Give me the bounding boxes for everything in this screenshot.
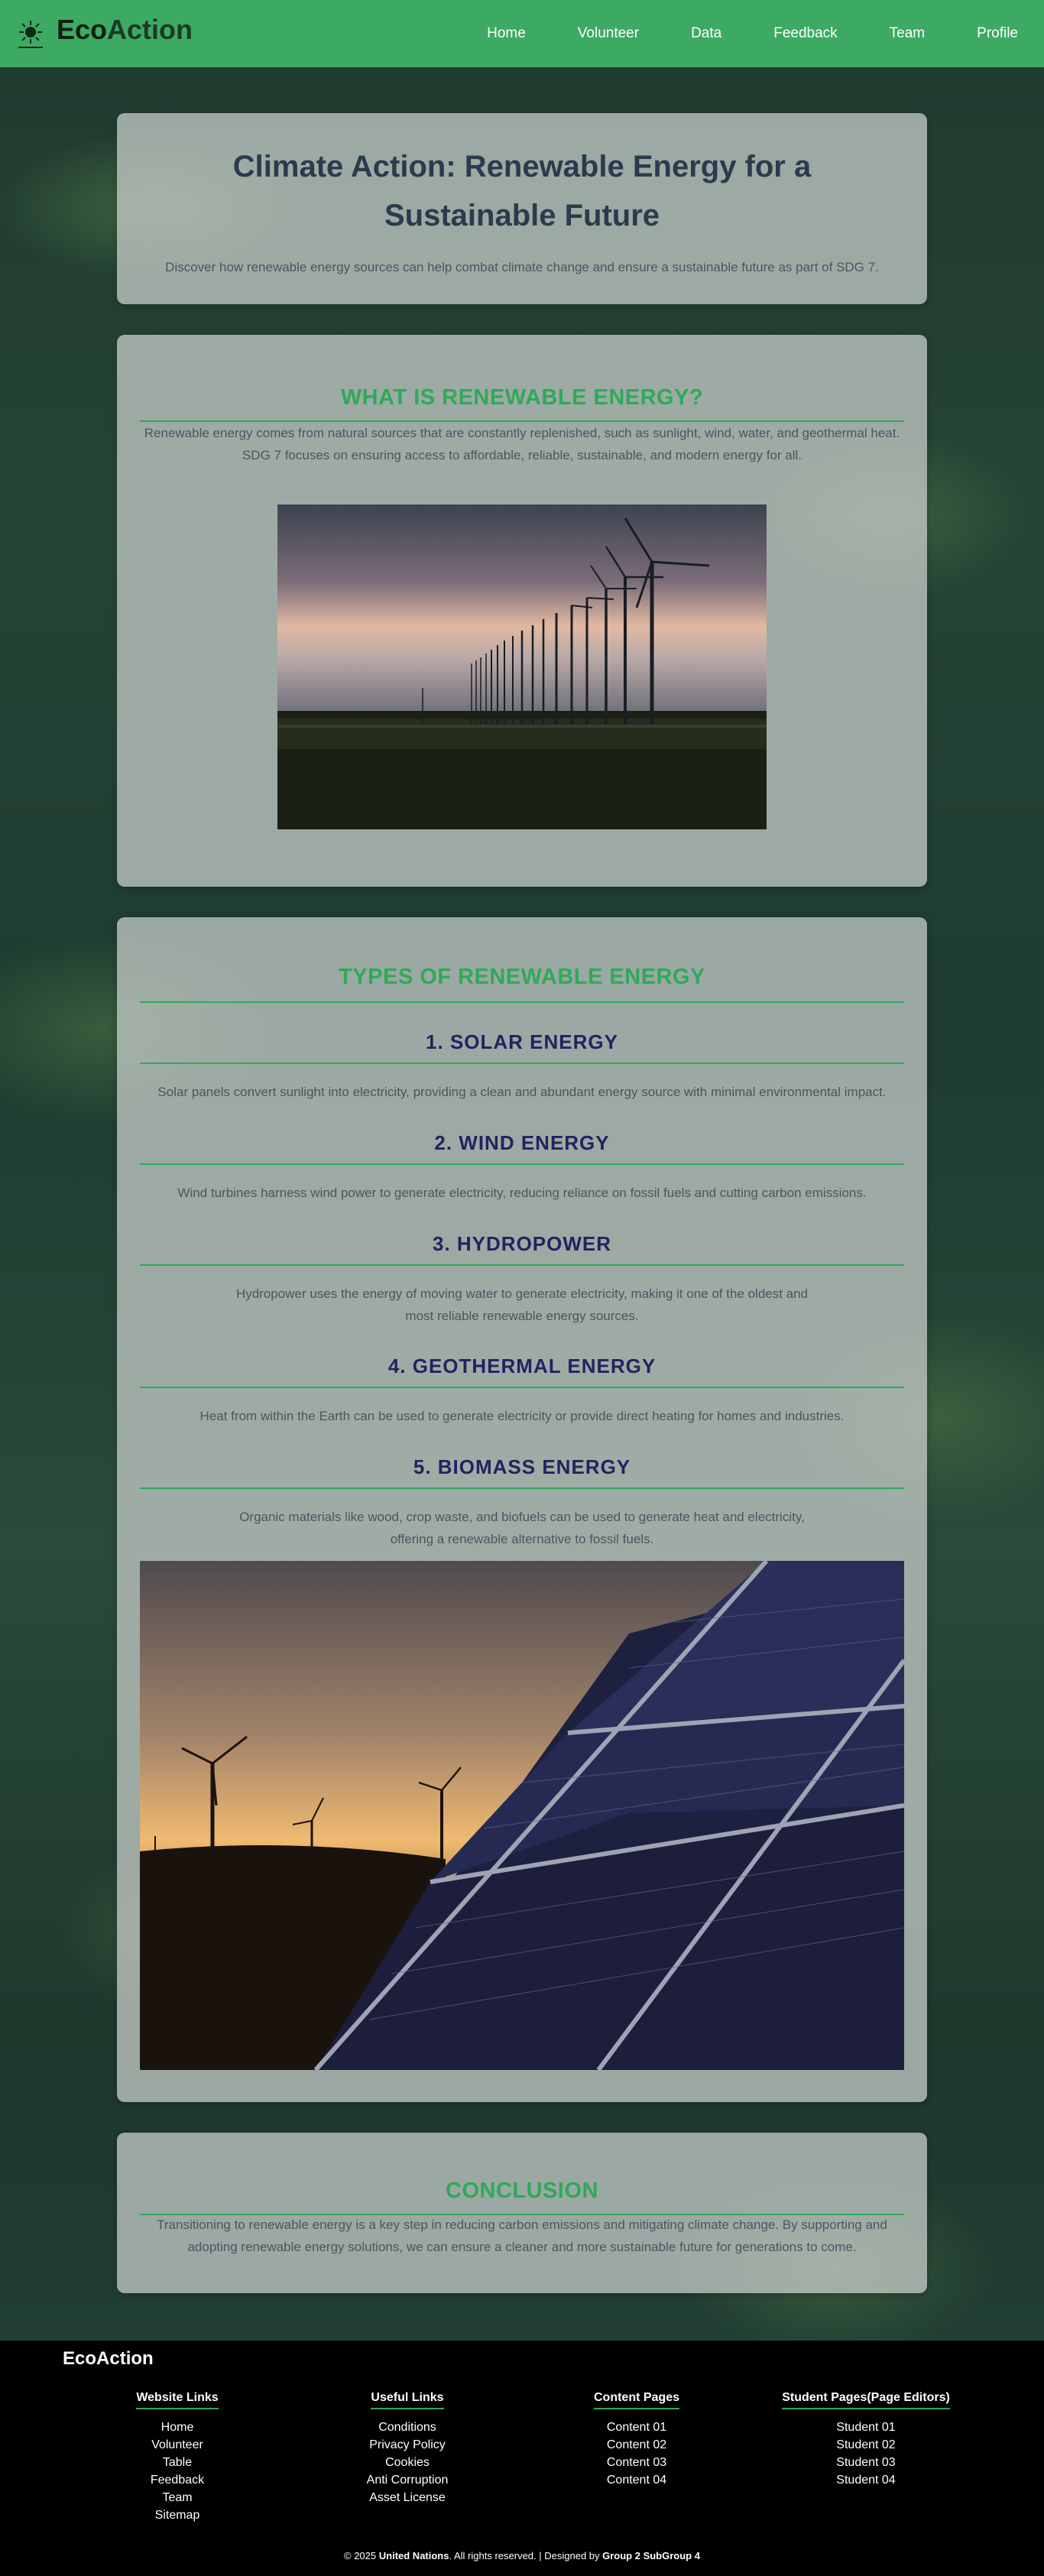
nav-profile[interactable]: Profile [951,25,1044,42]
nav-home[interactable]: Home [461,25,552,42]
brand-prefix: Eco [57,14,108,45]
solar-text: Solar panels convert sunlight into elect… [157,1085,887,1099]
brand-suffix: Action [107,14,193,45]
hero-card: Climate Action: Renewable Energy for a S… [117,113,927,304]
section-title: CONCLUSION [446,2179,598,2203]
footer-link[interactable]: Asset License [331,2489,484,2506]
divider [140,1063,904,1064]
footer-link[interactable]: Sitemap [101,2506,254,2524]
footer-link[interactable]: Cookies [331,2454,484,2471]
footer-column-title: Student Pages(Page Editors) [782,2391,950,2409]
footer-link[interactable]: Content 01 [560,2419,713,2436]
footer-link[interactable]: Content 03 [560,2454,713,2471]
what-is-renewable-section: WHAT IS RENEWABLE ENERGY? Renewable ener… [117,335,927,887]
footer: EcoAction Website Links Home Volunteer T… [0,2341,1044,2576]
footer-link[interactable]: Content 02 [560,2436,713,2454]
conclusion-text: Transitioning to renewable energy is a k… [157,2218,887,2254]
copyright-org: United Nations [378,2550,449,2561]
footer-link[interactable]: Student 01 [767,2419,965,2436]
geothermal-heading: 4. GEOTHERMAL ENERGY [387,1355,657,1377]
conclusion-section: CONCLUSION Transitioning to renewable en… [117,2133,927,2293]
designer-credit: Group 2 SubGroup 4 [602,2550,700,2561]
footer-link[interactable]: Home [101,2419,254,2436]
divider [140,1163,904,1165]
footer-link[interactable]: Student 04 [767,2471,965,2489]
page-title: Climate Action: Renewable Energy for a S… [232,150,812,232]
footer-website-links: Website Links Home Volunteer Table Feedb… [101,2391,254,2524]
solar-panels-image [140,1561,904,2070]
hydropower-text: Hydropower uses the energy of moving wat… [235,1286,809,1323]
biomass-text: Organic materials like wood, crop waste,… [239,1510,805,1546]
logo-icon[interactable] [15,18,46,50]
footer-column-title: Useful Links [371,2391,444,2409]
footer-link[interactable]: Team [101,2489,254,2506]
footer-link[interactable]: Student 02 [767,2436,965,2454]
wind-heading: 2. WIND ENERGY [434,1131,610,1154]
solar-heading: 1. SOLAR ENERGY [426,1030,618,1053]
footer-link[interactable]: Content 04 [560,2471,713,2489]
divider [140,1264,904,1266]
footer-link[interactable]: Feedback [101,2471,254,2489]
hydropower-heading: 3. HYDROPOWER [432,1232,612,1255]
footer-link[interactable]: Volunteer [101,2436,254,2454]
divider [140,1488,904,1489]
divider [140,1387,904,1388]
footer-link[interactable]: Conditions [331,2419,484,2436]
nav-data[interactable]: Data [665,25,747,42]
copyright-prefix: © 2025 [344,2550,379,2561]
footer-useful-links: Useful Links Conditions Privacy Policy C… [331,2391,484,2506]
top-navbar: EcoAction Home Volunteer Data Feedback T… [0,0,1044,67]
geothermal-text: Heat from within the Earth can be used t… [199,1409,845,1423]
section-text: Renewable energy comes from natural sour… [144,426,900,462]
divider [140,1001,904,1003]
wind-text: Wind turbines harness wind power to gene… [177,1186,867,1200]
footer-link[interactable]: Student 03 [767,2454,965,2471]
footer-column-title: Content Pages [593,2391,679,2409]
nav-volunteer[interactable]: Volunteer [552,25,665,42]
footer-brand[interactable]: EcoAction [63,2348,154,2370]
copyright-mid: . All rights reserved. | Designed by [449,2550,603,2561]
footer-link[interactable]: Privacy Policy [331,2436,484,2454]
brand-logo-text[interactable]: EcoAction [57,14,193,46]
footer-column-title: Website Links [136,2391,219,2409]
wind-turbines-image [277,504,767,829]
copyright: © 2025 United Nations. All rights reserv… [0,2550,1044,2561]
footer-link[interactable]: Table [101,2454,254,2471]
hero-subtitle: Discover how renewable energy sources ca… [165,260,879,274]
nav-feedback[interactable]: Feedback [747,25,863,42]
footer-student-pages: Student Pages(Page Editors) Student 01 S… [767,2391,965,2489]
footer-content-pages: Content Pages Content 01 Content 02 Cont… [560,2391,713,2489]
main-nav: Home Volunteer Data Feedback Team Profil… [461,0,1044,67]
biomass-heading: 5. BIOMASS ENERGY [413,1455,631,1478]
types-section: TYPES OF RENEWABLE ENERGY 1. SOLAR ENERG… [117,917,927,2102]
nav-team[interactable]: Team [864,25,951,42]
footer-link[interactable]: Anti Corruption [331,2471,484,2489]
section-title: TYPES OF RENEWABLE ENERGY [339,965,705,989]
section-title: WHAT IS RENEWABLE ENERGY? [340,385,704,410]
